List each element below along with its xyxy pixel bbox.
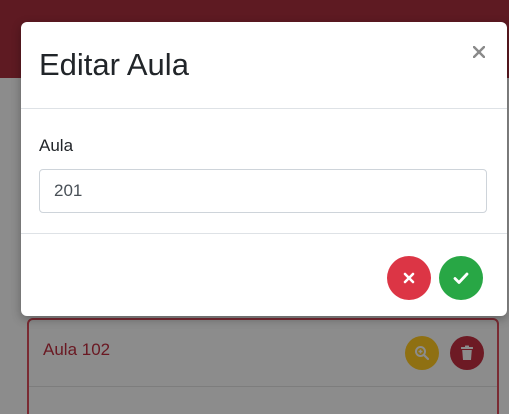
modal-header: Editar Aula [21, 22, 507, 109]
close-icon [473, 46, 485, 58]
list-item-divider [29, 386, 497, 387]
check-icon [453, 272, 469, 284]
modal-title: Editar Aula [39, 47, 189, 82]
modal-footer [21, 234, 507, 316]
list-item-title: Aula 102 [43, 340, 111, 359]
aula-input[interactable] [39, 169, 487, 213]
trash-icon [461, 345, 473, 360]
view-button[interactable] [405, 336, 439, 370]
confirm-button[interactable] [439, 256, 483, 300]
delete-button[interactable] [450, 336, 484, 370]
cancel-button[interactable] [387, 256, 431, 300]
zoom-in-icon [415, 346, 430, 361]
close-button[interactable] [467, 40, 491, 64]
aula-field-label: Aula [39, 136, 74, 155]
list-item: Aula 102 [27, 318, 499, 414]
x-icon [403, 272, 415, 284]
modal-body: Aula [21, 109, 507, 234]
edit-modal: Editar Aula Aula [21, 22, 507, 316]
